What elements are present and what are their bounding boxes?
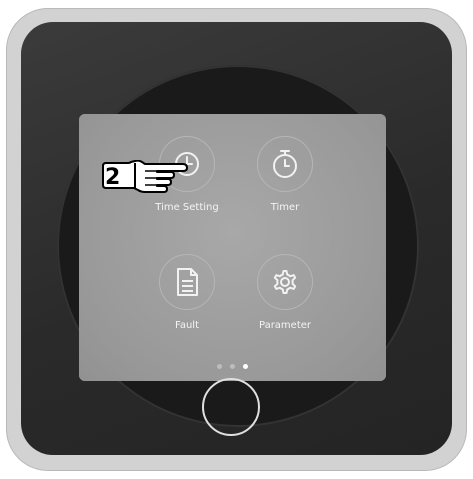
menu-item-fault[interactable]: Fault [137,254,237,331]
timer-label: Timer [270,202,300,213]
fault-label: Fault [175,320,199,331]
menu-item-timer[interactable]: Timer [235,136,335,213]
page-indicator [79,364,386,369]
stopwatch-icon [257,136,313,192]
step-callout: 2 [101,159,196,200]
time-setting-label: Time Setting [155,202,219,213]
page-dot[interactable] [230,364,235,369]
menu-item-parameter[interactable]: Parameter [235,254,335,331]
document-icon [159,254,215,310]
step-number: 2 [105,165,121,190]
page-dot[interactable] [217,364,222,369]
home-button[interactable] [202,378,260,436]
page-dot-active[interactable] [243,364,248,369]
gear-icon [257,254,313,310]
parameter-label: Parameter [258,320,312,331]
touch-screen: Time Setting Timer Fault Parameter [79,114,386,381]
